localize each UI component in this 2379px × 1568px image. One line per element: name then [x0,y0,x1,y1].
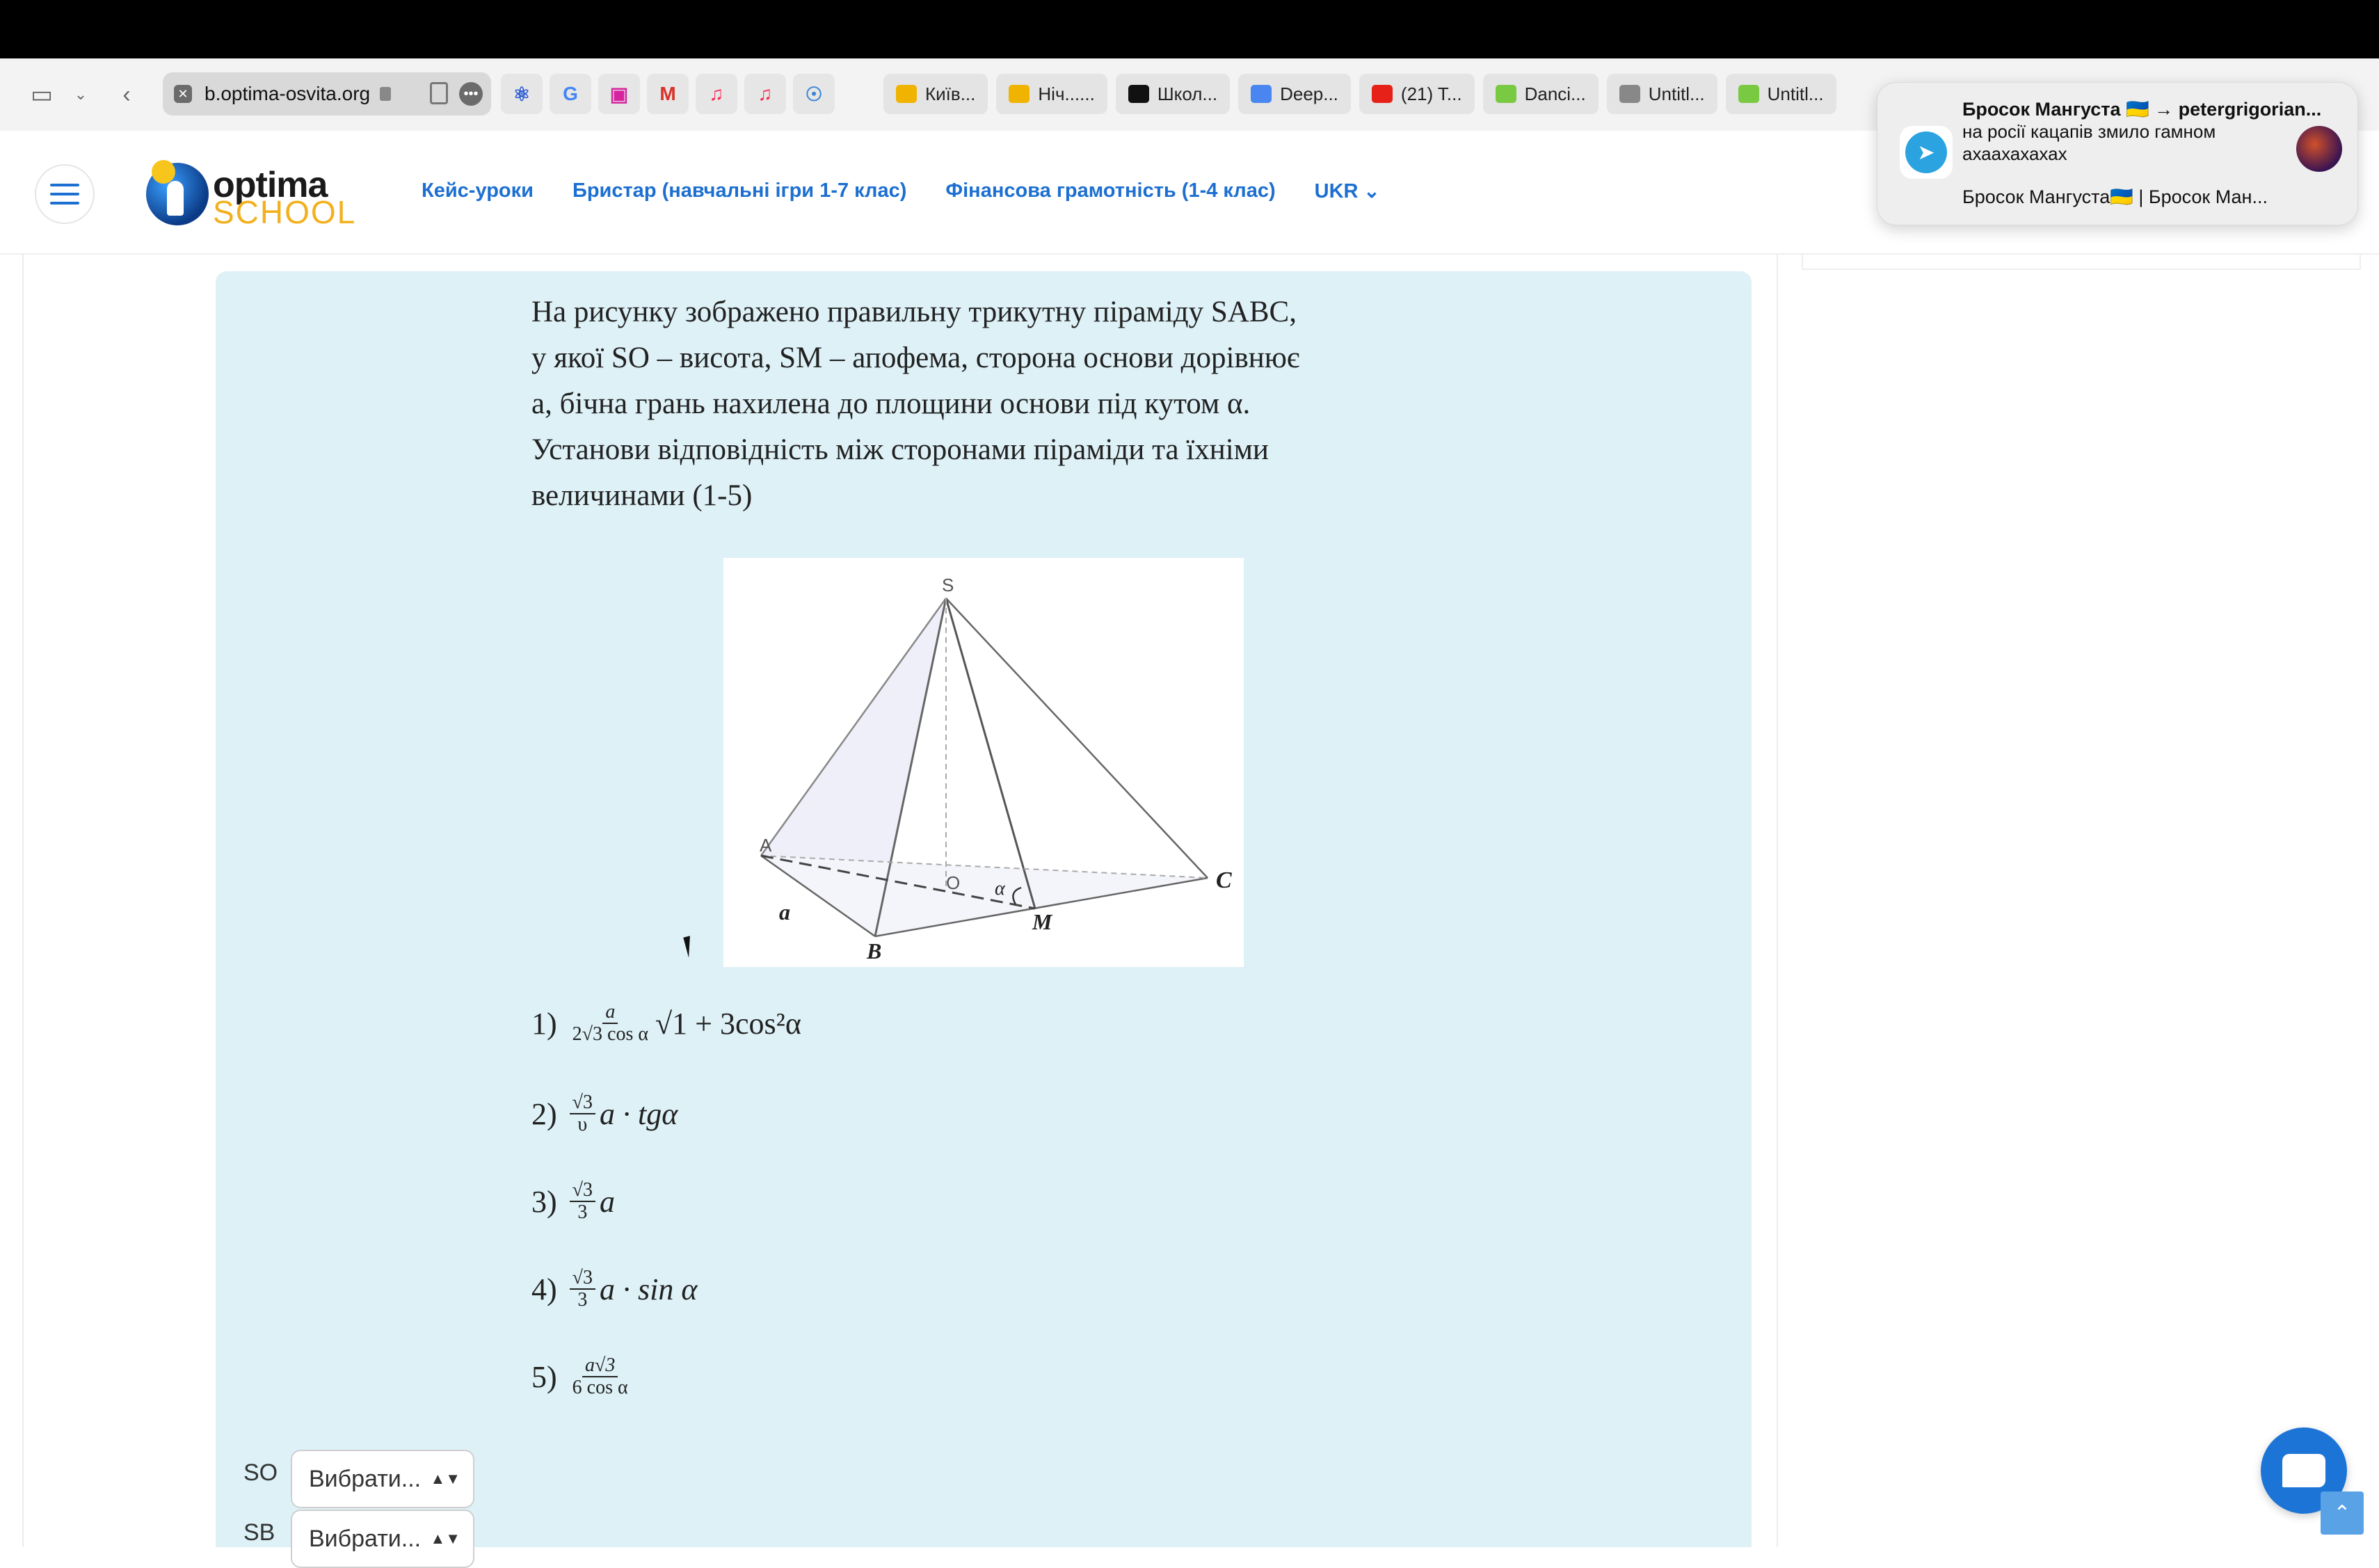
label-s: S [942,575,954,595]
label-o: O [946,872,960,893]
music-icon-2[interactable]: ♫ [744,74,786,114]
sidebar-toggle-icon[interactable]: ▭ [26,79,57,110]
question-text: На рисунку зображено правильну трикутну … [531,289,1436,519]
scroll-to-top-button[interactable]: ⌃ [2321,1491,2364,1535]
telegram-icon: ➤ [1900,126,1953,179]
question-line: Установи відповідність між сторонами пір… [531,433,1269,466]
tab-favicon-icon [1009,85,1030,103]
hamburger-menu-button[interactable] [35,164,95,224]
select-label-so: SO [243,1459,278,1486]
chat-bubble-icon [2282,1454,2325,1487]
tab[interactable]: Ніч...... [996,74,1107,114]
os-menu-bar [0,0,2379,58]
pyramid-figure: S A B C O M a α [723,558,1244,967]
google-icon[interactable]: G [550,74,591,114]
tab[interactable]: Deep... [1238,74,1351,114]
select-label-sb: SB [243,1519,275,1546]
so-answer-select[interactable]: Вибрати... ▲▼ [291,1450,474,1508]
logo-globe-icon [146,160,209,225]
question-line: На рисунку зображено правильну трикутну … [531,296,1297,328]
site-logo[interactable]: optima SCHOOL [146,160,355,230]
url-text: b.optima-osvita.org [205,83,371,104]
tab[interactable]: Danci... [1482,74,1599,114]
label-side-a: a [779,899,790,925]
pyramid-diagram: S A B C O M a α [760,575,1232,963]
tab[interactable]: Київ... [883,74,988,114]
nav-item-brystar[interactable]: Бристар (навчальні ігри 1-7 клас) [572,179,906,203]
address-bar[interactable]: ✕ b.optima-osvita.org ••• [163,72,491,115]
tab-favicon-icon [1495,85,1516,103]
answer-option-1: 1) a 2√3 cos α √1 + 3cos²α [531,1001,801,1045]
target-icon[interactable]: ☉ [793,74,835,114]
answer-option-3: 3) √3 3 a [531,1179,616,1223]
label-c: C [1216,867,1232,893]
pinned-tab-icon[interactable]: ⚛ [501,74,543,114]
label-b: B [866,938,881,963]
nav-item-case-lessons[interactable]: Кейс-уроки [422,179,534,203]
tab[interactable]: (21) T... [1359,74,1475,114]
notification-footer: Бросок Мангуста🇺🇦 | Бросок Ман... [1962,186,2268,207]
close-tab-icon[interactable]: ✕ [174,85,192,103]
sidebar-box [1802,253,2361,270]
left-divider [22,253,24,1547]
answer-option-4: 4) √3 3 a · sin α [531,1267,698,1311]
right-divider [1777,253,1778,1547]
tab[interactable]: Untitl... [1725,74,1836,114]
answer-option-5: 5) a√3 6 cos α [531,1354,628,1398]
telegram-notification[interactable]: ➤ Бросок Мангуста 🇺🇦 → petergrigorian...… [1877,82,2358,225]
gmail-icon[interactable]: M [647,74,689,114]
question-line: a, бічна грань нахилена до площини основ… [531,387,1251,420]
avatar [2296,126,2342,172]
tab-favicon-icon [1251,85,1272,103]
label-alpha: α [995,878,1006,899]
select-arrows-icon: ▲▼ [430,1470,460,1487]
chevron-down-icon[interactable]: ⌄ [65,79,96,110]
sb-answer-select[interactable]: Вибрати... ▲▼ [291,1510,474,1568]
tab[interactable]: Untitl... [1606,74,1717,114]
tab[interactable]: Школ... [1115,74,1231,114]
select-arrows-icon: ▲▼ [430,1530,460,1547]
notification-title: Бросок Мангуста 🇺🇦 → petergrigorian... [1962,99,2322,120]
instagram-icon[interactable]: ▣ [598,74,640,114]
music-icon[interactable]: ♫ [696,74,737,114]
tab-favicon-icon [1128,85,1149,103]
language-dropdown[interactable]: UKR [1315,179,1380,203]
nav-item-financial-literacy[interactable]: Фінансова грамотність (1-4 клас) [945,179,1275,203]
tab-favicon-icon [896,85,917,103]
reader-icon[interactable] [430,82,448,104]
question-line: у якої SO – висота, SM – апофема, сторон… [531,342,1300,374]
lock-icon [380,87,392,101]
tab-favicon-icon [1619,85,1640,103]
logo-text-bottom: SCHOOL [213,194,357,230]
question-line: величинами (1-5) [531,479,753,512]
more-icon[interactable]: ••• [459,82,483,106]
youtube-icon [1371,85,1393,103]
back-arrow-icon[interactable]: ‹ [111,79,142,110]
label-m: M [1032,909,1053,934]
answer-option-2: 2) √3 υ a · tgα [531,1091,678,1135]
tab-strip: Київ... Ніч...... Школ... Deep... (21) T… [883,74,1836,114]
pinned-tabs: ⚛ G ▣ M ♫ ♫ ☉ [501,74,835,114]
notification-message: на росії кацапів змило гамном ахаахахаха… [1962,121,2216,164]
tab-favicon-icon [1738,85,1759,103]
main-nav: Кейс-уроки Бристар (навчальні ігри 1-7 к… [422,179,1380,203]
label-a: A [760,835,772,856]
